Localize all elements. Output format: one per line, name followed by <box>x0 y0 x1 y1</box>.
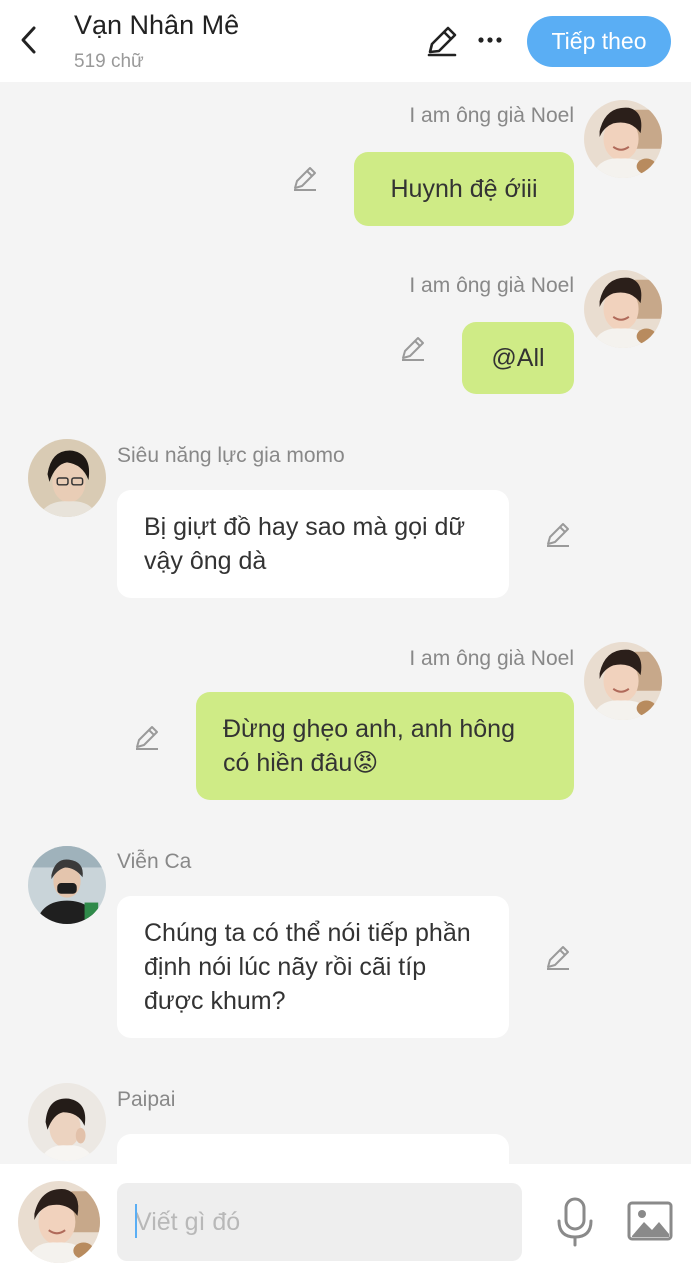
message-bubble[interactable]: Bị giựt đồ hay sao mà gọi dữ vậy ông dà <box>117 490 509 598</box>
message-bubble[interactable] <box>117 1134 509 1164</box>
sender-name: I am ông già Noel <box>409 274 574 297</box>
avatar[interactable] <box>584 100 662 178</box>
story-title: Vạn Nhân Mê <box>74 10 240 40</box>
avatar[interactable] <box>18 1181 100 1263</box>
message-text: Bị giựt đồ hay sao mà gọi dữ vậy ông dà <box>144 513 466 575</box>
message-text: Chúng ta có thể nói tiếp phần định nói l… <box>144 919 471 1015</box>
message-text: Đừng ghẹo anh, anh hông có hiền đâu😡 <box>223 715 515 777</box>
image-icon[interactable] <box>627 1200 673 1244</box>
avatar[interactable] <box>584 642 662 720</box>
word-count: 519 chữ <box>74 51 144 72</box>
avatar[interactable] <box>28 439 106 517</box>
text-caret <box>135 1204 137 1238</box>
pencil-icon[interactable] <box>132 722 162 752</box>
chat-area[interactable]: I am ông già Noel Huynh đệ ớiii I am ông… <box>0 82 691 1164</box>
avatar[interactable] <box>28 846 106 924</box>
message-bubble[interactable]: Huynh đệ ớiii <box>354 152 574 226</box>
message-bubble[interactable]: Chúng ta có thể nói tiếp phần định nói l… <box>117 896 509 1038</box>
top-bar: Vạn Nhân Mê 519 chữ Tiếp theo <box>0 0 691 82</box>
sender-name: Paipai <box>117 1088 176 1111</box>
pencil-icon[interactable] <box>290 163 320 193</box>
back-button[interactable] <box>14 22 44 58</box>
microphone-icon[interactable] <box>553 1197 597 1247</box>
sender-name: I am ông già Noel <box>409 647 574 670</box>
pencil-icon[interactable] <box>543 942 573 972</box>
pencil-icon[interactable] <box>543 519 573 549</box>
message-bubble[interactable]: Đừng ghẹo anh, anh hông có hiền đâu😡 <box>196 692 574 800</box>
more-icon[interactable] <box>474 24 506 56</box>
message-bubble[interactable]: @All <box>462 322 574 394</box>
sender-name: Siêu năng lực gia momo <box>117 444 345 467</box>
pencil-icon[interactable] <box>398 333 428 363</box>
message-text: Huynh đệ ớiii <box>390 175 538 203</box>
message-text: @All <box>491 344 545 372</box>
sender-name: I am ông già Noel <box>409 104 574 127</box>
back-arrow-icon <box>21 26 36 54</box>
avatar[interactable] <box>584 270 662 348</box>
pencil-icon[interactable] <box>424 23 460 59</box>
next-button[interactable]: Tiếp theo <box>527 16 671 67</box>
composer-bar <box>0 1164 691 1280</box>
avatar[interactable] <box>28 1083 106 1161</box>
sender-name: Viễn Ca <box>117 850 192 873</box>
message-input[interactable] <box>117 1183 522 1261</box>
